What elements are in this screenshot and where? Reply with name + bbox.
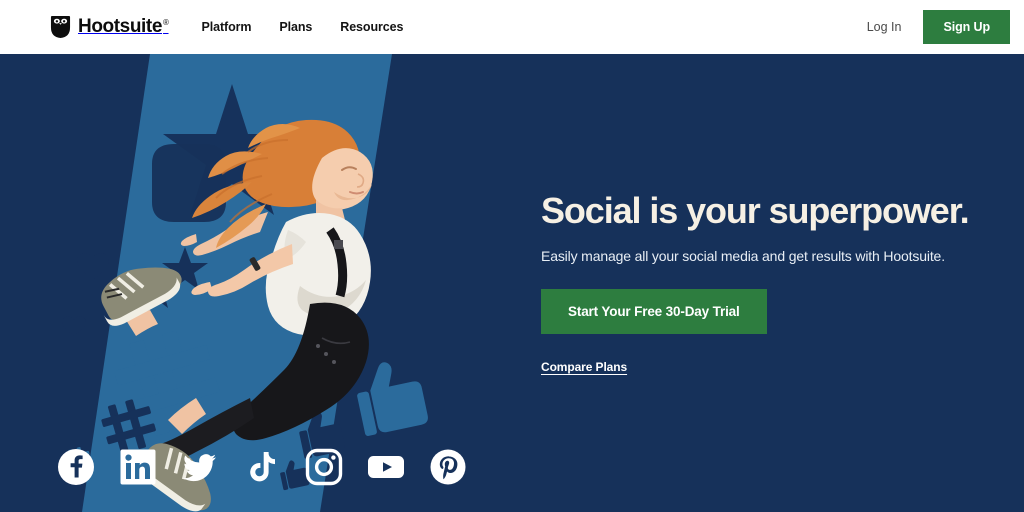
- hero-copy: Social is your superpower. Easily manage…: [541, 54, 1011, 512]
- hero-section: Social is your superpower. Easily manage…: [0, 54, 1024, 512]
- compare-plans-link[interactable]: Compare Plans: [541, 360, 627, 374]
- owl-icon: [50, 16, 71, 38]
- primary-nav: Platform Plans Resources: [202, 20, 404, 34]
- hero-illustration: [0, 54, 470, 512]
- registered-mark: ®: [163, 17, 169, 27]
- page-title: Social is your superpower.: [541, 189, 970, 231]
- log-in-link[interactable]: Log In: [867, 20, 902, 34]
- twitter-link[interactable]: [181, 448, 219, 486]
- twitter-icon: [183, 454, 216, 482]
- hootsuite-logo[interactable]: Hootsuite®: [50, 16, 169, 38]
- sign-up-button[interactable]: Sign Up: [923, 10, 1010, 44]
- facebook-icon: [58, 449, 94, 485]
- pinterest-icon: [430, 449, 466, 485]
- logo-wordmark: Hootsuite®: [78, 16, 169, 37]
- tiktok-icon: [250, 452, 275, 482]
- youtube-icon: [368, 456, 404, 478]
- instagram-link[interactable]: [305, 448, 343, 486]
- linkedin-link[interactable]: [119, 448, 157, 486]
- nav-item-platform[interactable]: Platform: [202, 20, 252, 34]
- site-header: Hootsuite® Platform Plans Resources Log …: [0, 0, 1024, 54]
- nav-item-plans[interactable]: Plans: [279, 20, 312, 34]
- facebook-link[interactable]: [57, 448, 95, 486]
- tiktok-link[interactable]: [243, 448, 281, 486]
- pinterest-link[interactable]: [429, 448, 467, 486]
- header-actions: Log In Sign Up: [867, 10, 1010, 44]
- start-free-trial-button[interactable]: Start Your Free 30-Day Trial: [541, 289, 767, 335]
- linkedin-icon: [120, 449, 156, 485]
- hero-artwork: [0, 54, 470, 512]
- instagram-icon: [305, 448, 343, 486]
- nav-item-resources[interactable]: Resources: [340, 20, 403, 34]
- social-links-row: [57, 448, 467, 486]
- hero-subheadline: Easily manage all your social media and …: [541, 248, 945, 265]
- youtube-link[interactable]: [367, 448, 405, 486]
